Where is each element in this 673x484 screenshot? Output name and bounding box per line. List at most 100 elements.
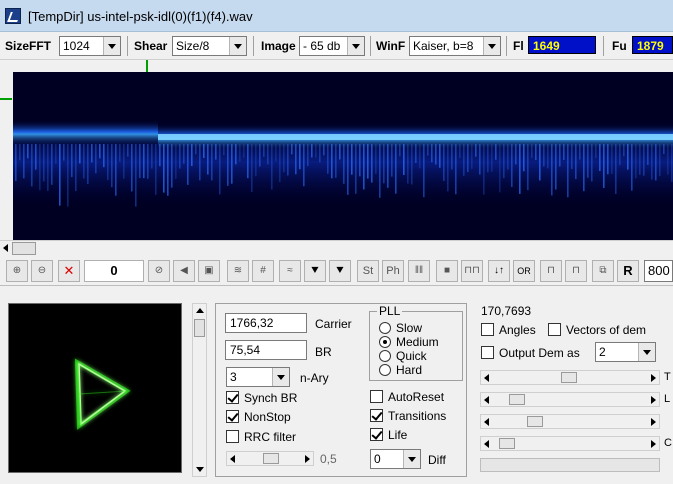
chevron-down-icon[interactable] xyxy=(272,368,289,386)
slider-thumb[interactable] xyxy=(263,453,279,464)
fu-field[interactable]: 1879 xyxy=(632,36,673,54)
pll-title: PLL xyxy=(377,304,403,318)
copy-icon[interactable]: ⧉ xyxy=(592,260,614,282)
br-input[interactable]: 75,54 xyxy=(225,340,307,360)
slider-right-icon[interactable] xyxy=(651,440,656,448)
image-label: Image xyxy=(261,39,296,53)
slider-left-icon[interactable] xyxy=(484,374,489,382)
pll-quick-radio[interactable] xyxy=(379,350,391,362)
block-icon[interactable]: ■ xyxy=(436,260,458,282)
slider-thumb[interactable] xyxy=(561,372,577,383)
carrier-input[interactable]: 1766,32 xyxy=(225,313,307,333)
speaker-icon[interactable]: ◀ xyxy=(173,260,195,282)
scroll-down-icon[interactable] xyxy=(196,467,204,472)
nary-select[interactable]: 3 xyxy=(226,367,290,387)
vectors-label: Vectors of dem xyxy=(566,323,647,337)
rate-field[interactable]: 800 xyxy=(644,260,673,282)
scroll-left-icon[interactable] xyxy=(3,244,8,252)
slider-right-icon[interactable] xyxy=(305,455,310,463)
fu-label: Fu xyxy=(612,39,627,53)
ph-button[interactable]: Ph xyxy=(382,260,404,282)
winf-select[interactable]: Kaiser, b=8 xyxy=(409,36,501,56)
spectrogram[interactable] xyxy=(13,72,673,240)
pll-hard-radio[interactable] xyxy=(379,364,391,376)
transition-icon[interactable]: ↓↑ xyxy=(488,260,510,282)
chevron-down-icon[interactable] xyxy=(347,37,364,55)
waterfall-icon[interactable]: ≋ xyxy=(227,260,249,282)
multi-marker-icon[interactable]: ⯆ xyxy=(329,260,351,282)
chevron-down-icon[interactable] xyxy=(638,343,655,361)
output-dem-checkbox[interactable] xyxy=(481,346,494,359)
bars-icon[interactable]: ‖‖ xyxy=(408,260,430,282)
diff-label: Diff xyxy=(428,453,446,467)
nary-value: 3 xyxy=(230,370,237,384)
pll-quick-label: Quick xyxy=(396,349,427,363)
pll-slow-label: Slow xyxy=(396,321,423,335)
fl-field[interactable]: 1649 xyxy=(528,36,596,54)
image-select[interactable]: - 65 db xyxy=(299,36,365,56)
spectrogram-scrollbar[interactable] xyxy=(0,240,673,255)
sizefft-select[interactable]: 1024 xyxy=(59,36,121,56)
slider-t[interactable] xyxy=(480,370,660,385)
slider-l[interactable] xyxy=(480,392,660,407)
grid-icon[interactable]: # xyxy=(252,260,274,282)
spectrum-icon[interactable]: ≈ xyxy=(279,260,301,282)
window-title: [TempDir] us-intel-psk-idl(0)(f1)(f4).wa… xyxy=(28,9,253,24)
slider-thumb[interactable] xyxy=(527,416,543,427)
rrc-slider[interactable] xyxy=(226,451,314,466)
vertical-scrollbar[interactable] xyxy=(192,303,207,477)
stop-icon[interactable]: ⊘ xyxy=(148,260,170,282)
scroll-up-icon[interactable] xyxy=(196,308,204,313)
scroll-thumb[interactable] xyxy=(194,319,205,337)
slider-left-icon[interactable] xyxy=(230,455,235,463)
cursor-marker[interactable] xyxy=(146,60,148,72)
slider-right-icon[interactable] xyxy=(651,396,656,404)
slider-thumb[interactable] xyxy=(509,394,525,405)
scroll-thumb[interactable] xyxy=(12,242,36,255)
divider xyxy=(506,36,507,56)
counter-field[interactable]: 0 xyxy=(84,260,144,282)
output-dem-select[interactable]: 2 xyxy=(595,342,656,362)
record-icon[interactable]: ▣ xyxy=(198,260,220,282)
progress-bar xyxy=(480,458,660,472)
pulse-icon[interactable]: ⊓⊓ xyxy=(461,260,483,282)
rrc-filter-checkbox[interactable] xyxy=(226,430,239,443)
sizefft-label: SizeFFT xyxy=(5,39,52,53)
synch-br-checkbox[interactable] xyxy=(226,391,239,404)
autoreset-checkbox[interactable] xyxy=(370,390,383,403)
chevron-down-icon[interactable] xyxy=(403,450,420,468)
nonstop-checkbox[interactable] xyxy=(226,410,239,423)
pll-hard-label: Hard xyxy=(396,363,423,377)
step-icon[interactable]: ⊓ xyxy=(540,260,562,282)
slider-left-icon[interactable] xyxy=(484,418,489,426)
st-button[interactable]: St xyxy=(357,260,379,282)
pulse-width-icon[interactable]: ⊓ xyxy=(565,260,587,282)
r-button[interactable]: R xyxy=(617,260,639,282)
rrc-filter-label: RRC filter xyxy=(244,430,297,444)
zoom-out-icon[interactable]: ⊖ xyxy=(31,260,53,282)
zoom-in-icon[interactable]: ⊕ xyxy=(6,260,28,282)
logic-icon[interactable]: OR xyxy=(513,260,535,282)
slider-left-icon[interactable] xyxy=(484,440,489,448)
pll-medium-radio[interactable] xyxy=(379,336,391,348)
angles-checkbox[interactable] xyxy=(481,323,494,336)
cursor-marker[interactable] xyxy=(0,98,12,100)
diff-select[interactable]: 0 xyxy=(370,449,421,469)
slider-thumb[interactable] xyxy=(499,438,515,449)
chevron-down-icon[interactable] xyxy=(103,37,120,55)
slider-3[interactable] xyxy=(480,414,660,429)
close-icon[interactable]: ✕ xyxy=(58,260,80,282)
marker-down-icon[interactable]: ⯆ xyxy=(304,260,326,282)
vectors-checkbox[interactable] xyxy=(548,323,561,336)
slider-right-icon[interactable] xyxy=(651,418,656,426)
chevron-down-icon[interactable] xyxy=(483,37,500,55)
slider-c[interactable] xyxy=(480,436,660,451)
pll-slow-radio[interactable] xyxy=(379,322,391,334)
transitions-checkbox[interactable] xyxy=(370,409,383,422)
life-checkbox[interactable] xyxy=(370,428,383,441)
pll-medium-label: Medium xyxy=(396,335,439,349)
slider-right-icon[interactable] xyxy=(651,374,656,382)
slider-left-icon[interactable] xyxy=(484,396,489,404)
shear-select[interactable]: Size/8 xyxy=(172,36,247,56)
chevron-down-icon[interactable] xyxy=(229,37,246,55)
